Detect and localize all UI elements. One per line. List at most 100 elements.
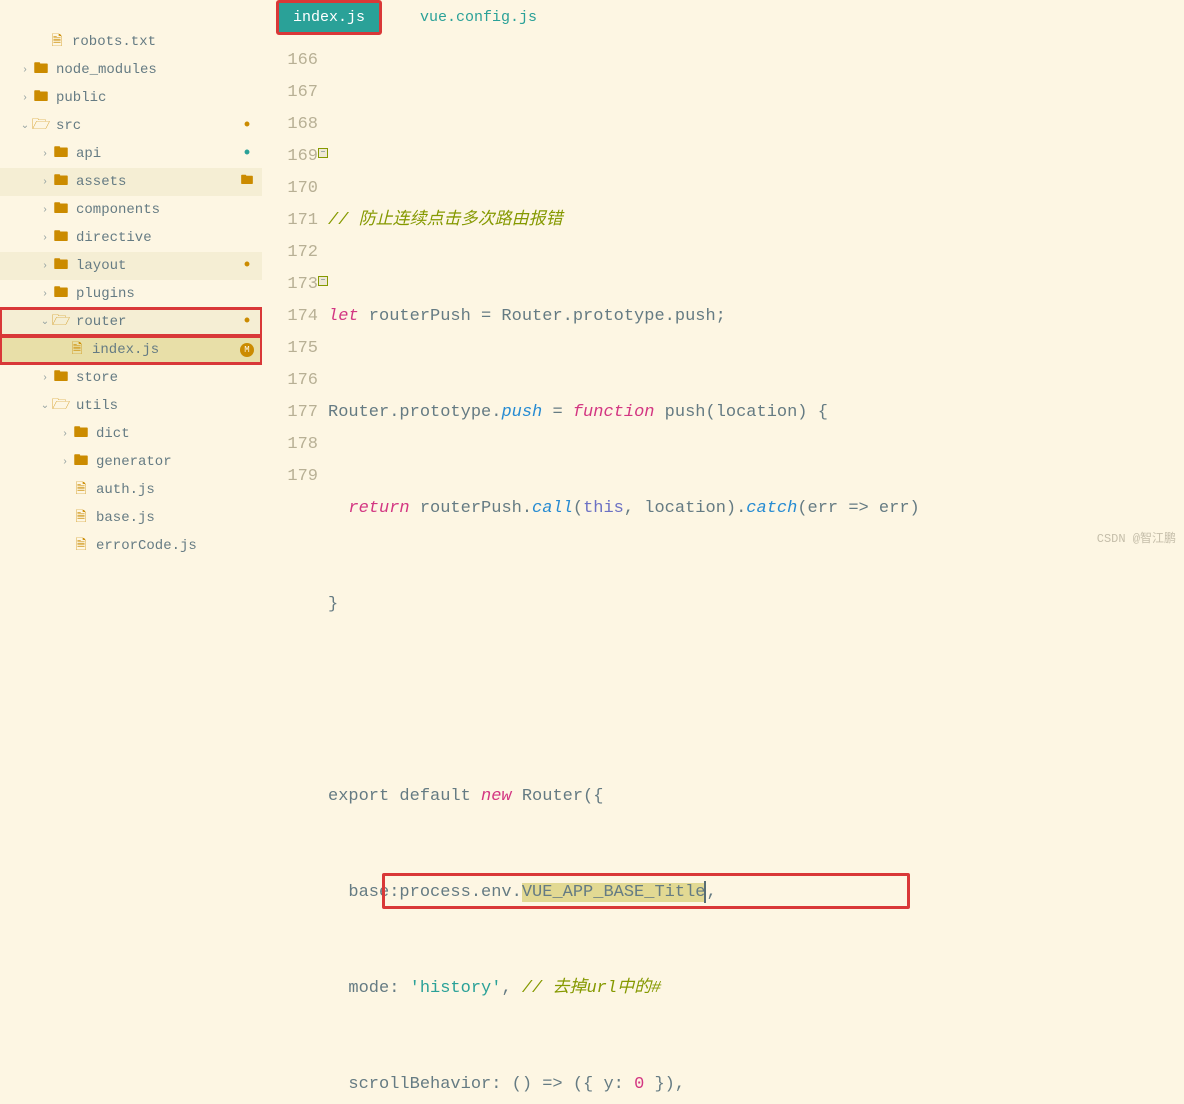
folder-open-icon: 🗁 [32, 117, 50, 135]
tree-folder-layout[interactable]: › 🖿 layout [0, 252, 262, 280]
tree-label: layout [76, 258, 240, 274]
file-tree-sidebar[interactable]: 🗎 robots.txt › 🖿 node_modules › 🖿 public… [0, 0, 262, 552]
tree-folder-plugins[interactable]: › 🖿 plugins [0, 280, 262, 308]
code-line: Router.prototype.push = function push(lo… [328, 397, 1184, 429]
code-line: // 防止连续点击多次路由报错 [328, 205, 1184, 237]
file-icon: 🗎 [72, 481, 90, 499]
tree-file-robots[interactable]: 🗎 robots.txt [0, 28, 262, 56]
line-number: 167 [262, 77, 318, 109]
line-number: 170 [262, 173, 318, 205]
code-line: } [328, 589, 1184, 621]
tree-label: base.js [96, 510, 262, 526]
tree-folder-api[interactable]: › 🖿 api [0, 140, 262, 168]
tree-label: dict [96, 426, 262, 442]
tree-folder-directive[interactable]: › 🖿 directive [0, 224, 262, 252]
line-number: 174 [262, 301, 318, 333]
tree-label: robots.txt [72, 34, 262, 50]
tree-label: router [76, 314, 240, 330]
line-number: 168 [262, 109, 318, 141]
line-number: 172 [262, 237, 318, 269]
folder-icon: 🖿 [52, 201, 70, 219]
tree-file-base-js[interactable]: 🗎 base.js [0, 504, 262, 532]
line-number: 178 [262, 429, 318, 461]
tree-label: store [76, 370, 262, 386]
tree-folder-node-modules[interactable]: › 🖿 node_modules [0, 56, 262, 84]
folder-icon: 🖿 [52, 173, 70, 191]
line-number: 179 [262, 461, 318, 493]
folder-icon: 🖿 [72, 425, 90, 443]
folder-indicator-icon: 🖿 [240, 175, 254, 189]
status-dot-icon [240, 259, 254, 273]
chevron-down-icon: ⌄ [18, 120, 32, 132]
editor-area: index.js vue.config.js 166 167 168 169− … [262, 0, 1184, 552]
highlight-annotation [382, 873, 910, 909]
folder-open-icon: 🗁 [52, 397, 70, 415]
chevron-right-icon: › [38, 289, 52, 300]
tree-folder-generator[interactable]: › 🖿 generator [0, 448, 262, 476]
tree-label: assets [76, 174, 240, 190]
file-icon: 🗎 [72, 509, 90, 527]
file-icon: 🗎 [68, 341, 86, 359]
tab-vue-config-js[interactable]: vue.config.js [406, 3, 551, 32]
code-line: let routerPush = Router.prototype.push; [328, 301, 1184, 333]
code-line [328, 109, 1184, 141]
code-line: base:process.env.VUE_APP_BASE_Title, [328, 877, 1184, 909]
folder-icon: 🖿 [32, 89, 50, 107]
tree-label: errorCode.js [96, 538, 262, 552]
chevron-right-icon: › [38, 177, 52, 188]
status-dot-icon [240, 315, 254, 329]
tree-label: public [56, 90, 262, 106]
tree-label: src [56, 118, 240, 134]
tree-label: auth.js [96, 482, 262, 498]
line-number: 175 [262, 333, 318, 365]
chevron-down-icon: ⌄ [38, 316, 52, 328]
folder-icon: 🖿 [72, 453, 90, 471]
status-dot-icon [240, 119, 254, 133]
line-number: 177 [262, 397, 318, 429]
tree-file-errorcode-js[interactable]: 🗎 errorCode.js [0, 532, 262, 552]
status-dot-icon [240, 147, 254, 161]
chevron-right-icon: › [58, 429, 72, 440]
tree-folder-components[interactable]: › 🖿 components [0, 196, 262, 224]
fold-icon[interactable]: − [318, 148, 328, 158]
line-number: 166 [262, 45, 318, 77]
tab-index-js[interactable]: index.js [276, 0, 382, 35]
folder-open-icon: 🗁 [52, 313, 70, 331]
fold-icon[interactable]: − [318, 276, 328, 286]
chevron-right-icon: › [18, 65, 32, 76]
code-content[interactable]: // 防止连续点击多次路由报错 let routerPush = Router.… [328, 45, 1184, 1104]
tree-folder-utils[interactable]: ⌄ 🗁 utils [0, 392, 262, 420]
tree-folder-router[interactable]: ⌄ 🗁 router [0, 308, 262, 336]
code-line: export default new Router({ [328, 781, 1184, 813]
line-number: 169− [262, 141, 318, 173]
tree-file-auth-js[interactable]: 🗎 auth.js [0, 476, 262, 504]
folder-icon: 🖿 [52, 285, 70, 303]
tree-label: components [76, 202, 262, 218]
folder-icon: 🖿 [52, 145, 70, 163]
folder-icon: 🖿 [32, 61, 50, 79]
file-icon: 🗎 [72, 537, 90, 552]
tree-file-index-js[interactable]: 🗎 index.js M [0, 336, 262, 364]
tree-label: directive [76, 230, 262, 246]
code-line [328, 685, 1184, 717]
chevron-right-icon: › [38, 205, 52, 216]
tree-folder-src[interactable]: ⌄ 🗁 src [0, 112, 262, 140]
code-line: scrollBehavior: () => ({ y: 0 }), [328, 1069, 1184, 1101]
tree-folder-dict[interactable]: › 🖿 dict [0, 420, 262, 448]
tree-folder-store[interactable]: › 🖿 store [0, 364, 262, 392]
tree-folder-assets[interactable]: › 🖿 assets 🖿 [0, 168, 262, 196]
tree-label: plugins [76, 286, 262, 302]
chevron-right-icon: › [38, 233, 52, 244]
code-line: return routerPush.call(this, location).c… [328, 493, 1184, 525]
folder-icon: 🖿 [52, 369, 70, 387]
line-number-gutter: 166 167 168 169− 170 171 172 173− 174 17… [262, 45, 328, 1104]
tree-folder-public[interactable]: › 🖿 public [0, 84, 262, 112]
chevron-right-icon: › [58, 457, 72, 468]
modified-badge: M [240, 343, 254, 357]
chevron-right-icon: › [18, 93, 32, 104]
code-editor[interactable]: 166 167 168 169− 170 171 172 173− 174 17… [262, 35, 1184, 1104]
chevron-right-icon: › [38, 149, 52, 160]
chevron-right-icon: › [38, 373, 52, 384]
line-number: 173− [262, 269, 318, 301]
tree-label: index.js [92, 342, 240, 358]
